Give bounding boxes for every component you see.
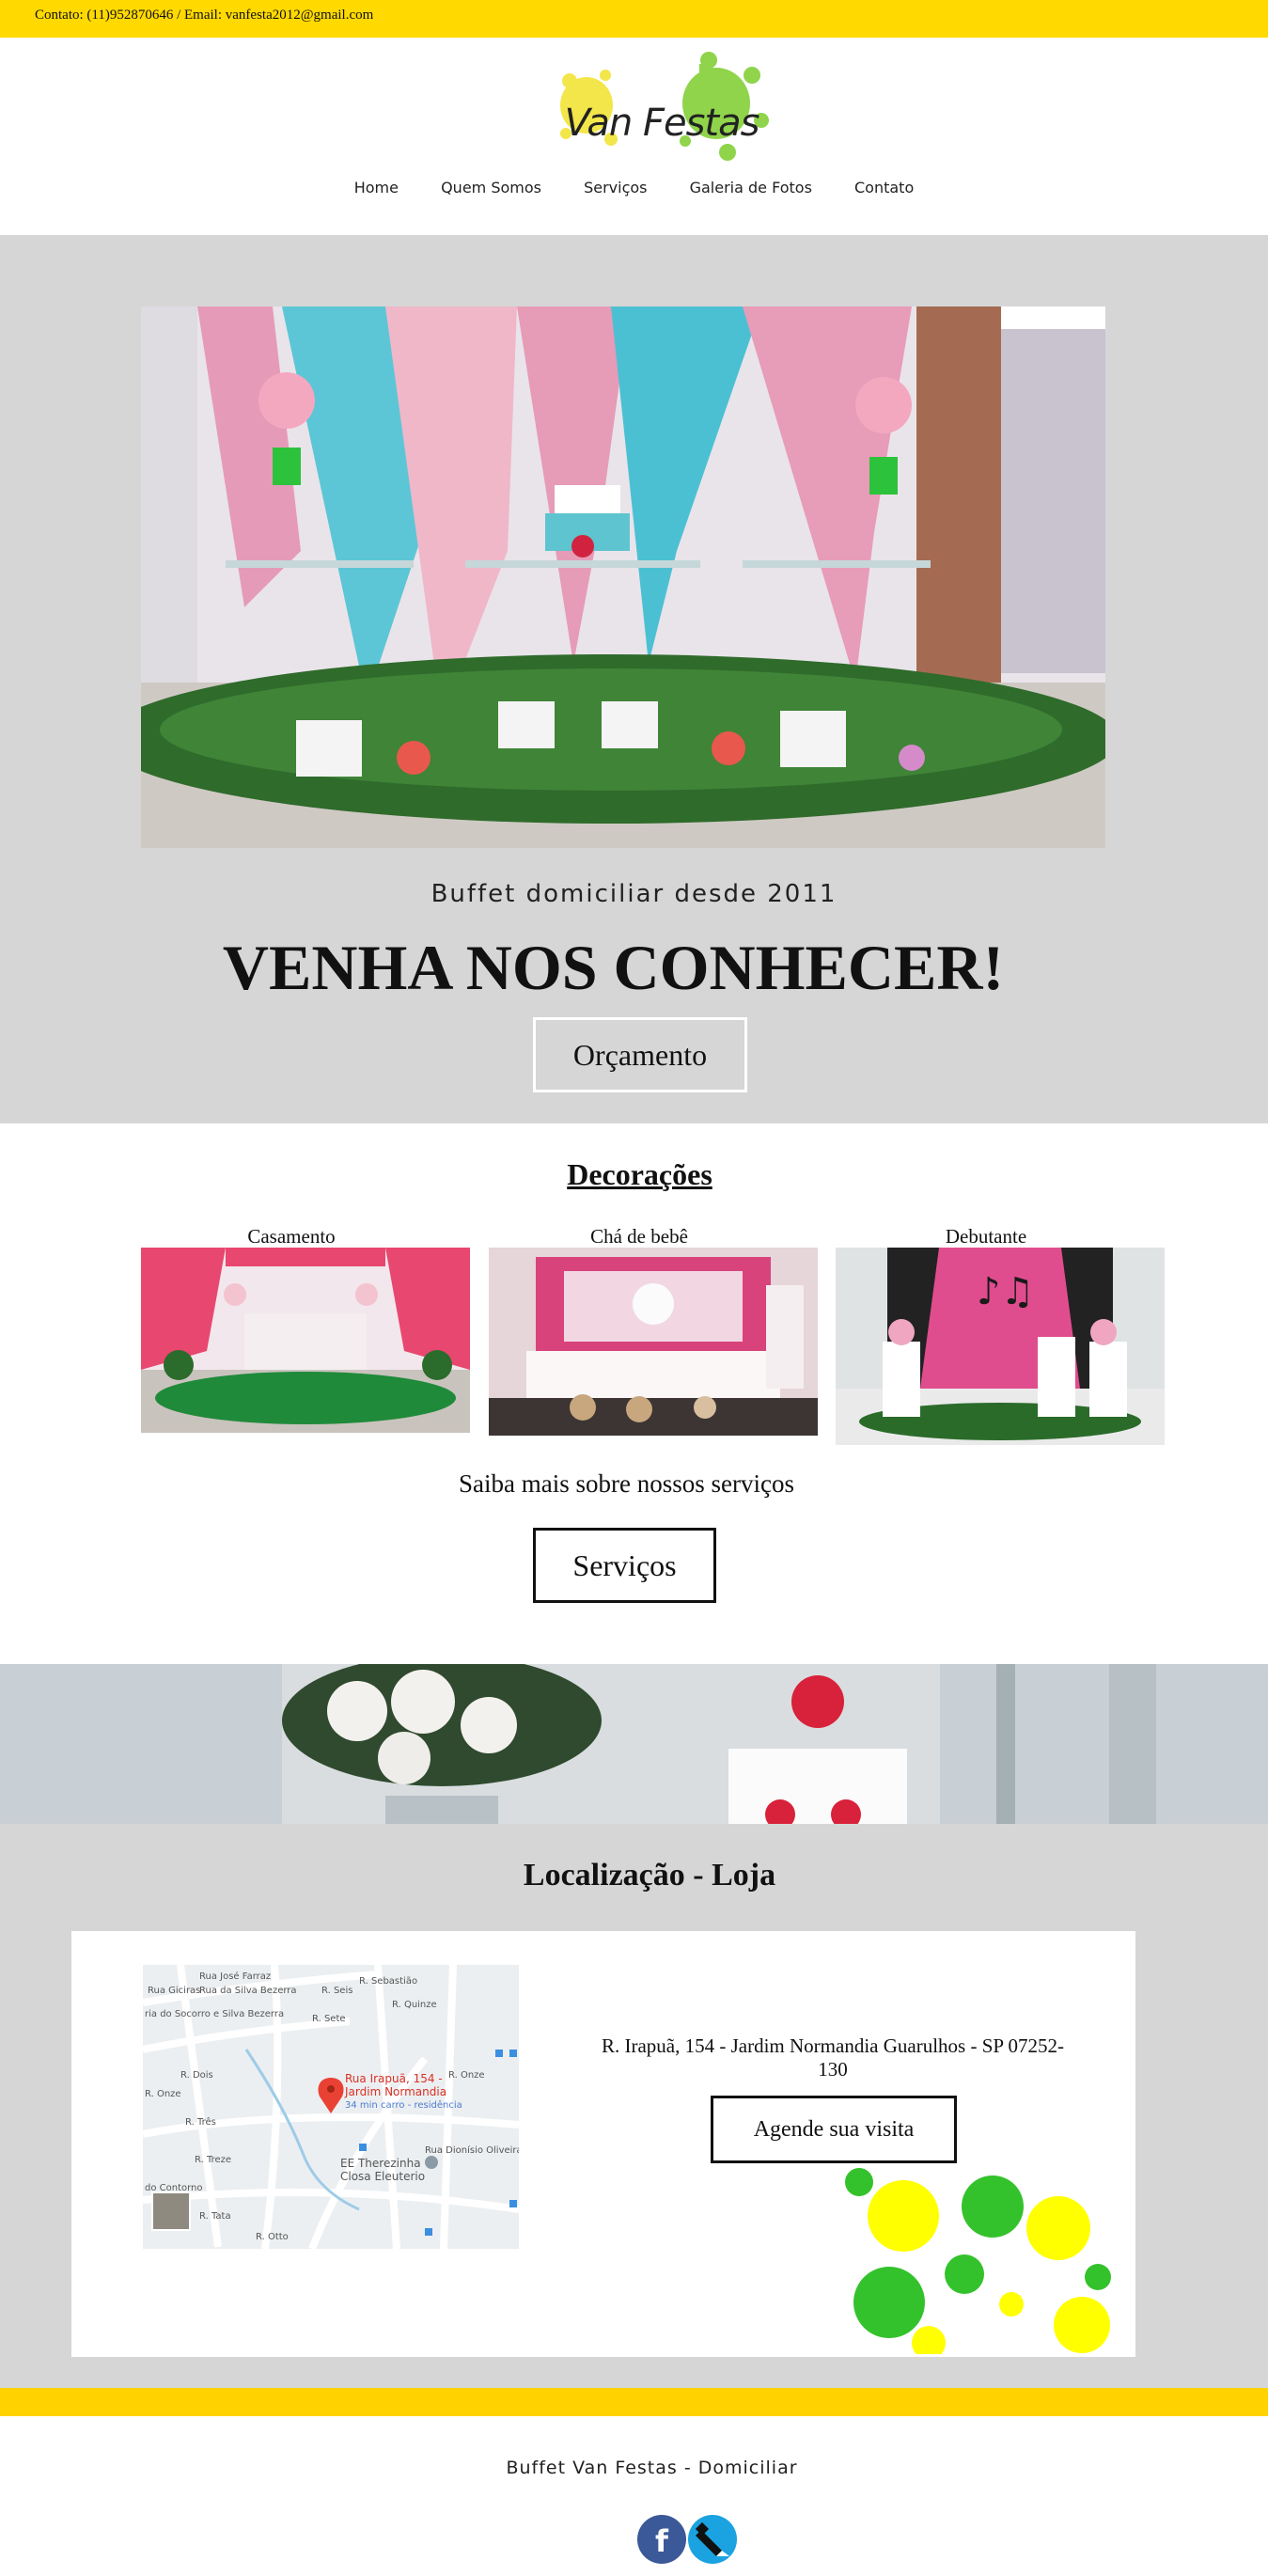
map-street-label: R. Três [185, 2116, 216, 2128]
facebook-icon[interactable]: f [637, 2515, 686, 2564]
map-street-label: Rua Giciras [148, 1986, 200, 1996]
nav-servicos[interactable]: Serviços [584, 179, 647, 196]
nav-galeria[interactable]: Galeria de Fotos [690, 179, 812, 196]
site-logo[interactable]: Van Festas [549, 47, 775, 169]
map-street-label: Rua Dionísio Oliveira de Abreu [425, 2144, 519, 2156]
map-street-label: R. Sete [312, 2014, 346, 2024]
servicos-button[interactable]: Serviços [533, 1528, 716, 1603]
map-street-label: Rua da Silva Bezerra [199, 1986, 297, 1996]
hero-subtitle: Buffet domiciliar desde 2011 [430, 880, 838, 908]
card-debutante[interactable]: Debutante ♪♫ [836, 1225, 1165, 1445]
footer-color-bar [0, 2388, 1268, 2416]
top-contact-bar: Contato: (11)952870646 / Email: vanfesta… [0, 0, 1268, 38]
localizacao-section: Localização - Loja Rua Giciras Rua José … [0, 1824, 1268, 2388]
map-pin-subtitle: 34 min carro - residência [345, 2099, 462, 2111]
map-pin-label: Jardim Normandia [344, 2085, 446, 2098]
card-label: Chá de bebê [590, 1225, 688, 1248]
contact-info: Contato: (11)952870646 / Email: vanfesta… [35, 8, 374, 23]
nav-home[interactable]: Home [354, 179, 399, 196]
nav-contato[interactable]: Contato [854, 179, 914, 196]
svg-text:f: f [655, 2523, 669, 2559]
decoracoes-title[interactable]: Decorações [0, 1157, 1268, 1192]
hero-photo [141, 306, 1105, 848]
hero-section: Buffet domiciliar desde 2011 VENHA NOS C… [0, 235, 1268, 1123]
map-street-label: R. Otto [256, 2232, 289, 2242]
orcamento-button[interactable]: Orçamento [533, 1017, 747, 1092]
map-street-label: R. Quinze [392, 2000, 437, 2010]
map-street-label: Rua José Farraz [199, 1971, 271, 1982]
map-poi-label: EE Therezinha [340, 2157, 421, 2170]
card-cha-de-bebe[interactable]: Chá de bebê [489, 1225, 818, 1436]
map-street-label: R. Seis [321, 1986, 352, 1996]
map-street-label: R. Tata [199, 2211, 231, 2222]
cha-de-bebe-photo[interactable] [489, 1248, 818, 1436]
card-casamento[interactable]: Casamento [141, 1225, 470, 1433]
card-label: Casamento [247, 1225, 336, 1248]
logo-text: Van Festas [564, 102, 760, 145]
map-satellite-toggle[interactable] [151, 2191, 191, 2231]
map-poi-label: Closa Eleuterio [340, 2170, 425, 2183]
site-header: Van Festas Home Quem Somos Serviços Gale… [0, 38, 1268, 235]
localizacao-title: Localização - Loja [523, 1858, 776, 1893]
map-street-label: R. Onze [448, 2070, 485, 2081]
decor-banner-photo [0, 1664, 1268, 1824]
map-street-label: R. Sebastião [359, 1976, 417, 1987]
map-street-label: R. Dois [180, 2070, 213, 2081]
localizacao-box: Rua Giciras Rua José Farraz Rua da Silva… [71, 1931, 1135, 2357]
map-street-label: R. Onze [145, 2089, 181, 2099]
svg-text:♪♫: ♪♫ [977, 1270, 1034, 1313]
map-street-label: ria do Socorro e Silva Bezerra [145, 2009, 284, 2019]
debutante-photo[interactable]: ♪♫ [836, 1248, 1165, 1445]
hero-headline: VENHA NOS CONHECER! [222, 932, 1005, 1003]
blog-icon[interactable] [688, 2515, 737, 2564]
servicos-intro-text: Saiba mais sobre nossos serviços [459, 1469, 794, 1498]
site-footer: Buffet Van Festas - Domiciliar f [0, 2416, 1268, 2576]
card-label: Debutante [945, 1225, 1027, 1248]
decorative-dots [845, 2168, 1111, 2354]
nav-quem-somos[interactable]: Quem Somos [441, 179, 541, 196]
agende-visita-button[interactable]: Agende sua visita [711, 2096, 957, 2163]
main-nav: Home Quem Somos Serviços Galeria de Foto… [0, 179, 1268, 196]
map-pin-label: Rua Irapuã, 154 - [345, 2072, 443, 2085]
casamento-photo[interactable] [141, 1248, 470, 1433]
decoracoes-section: Decorações Casamento Chá de bebê Debutan… [0, 1123, 1268, 1664]
footer-brand: Buffet Van Festas - Domiciliar [506, 2458, 798, 2478]
map-street-label: R. Treze [195, 2155, 231, 2165]
location-map[interactable]: Rua Giciras Rua José Farraz Rua da Silva… [143, 1965, 519, 2249]
store-address: R. Irapuã, 154 - Jardim Normandia Guarul… [601, 2034, 1065, 2081]
